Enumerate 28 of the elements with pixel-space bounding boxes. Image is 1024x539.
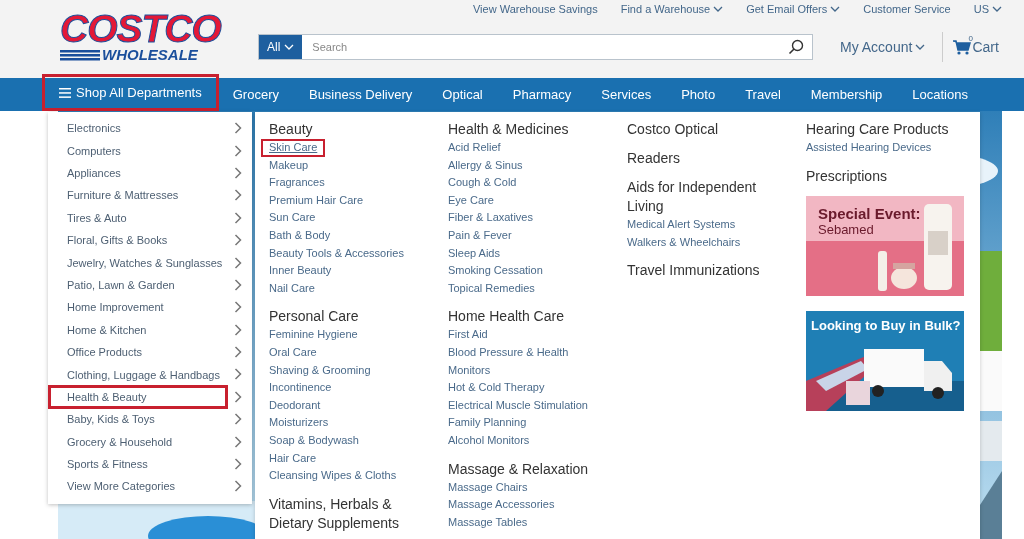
- top-link[interactable]: Customer Service: [863, 2, 951, 16]
- nav-link[interactable]: Services: [601, 87, 652, 102]
- logo-subtitle[interactable]: WHOLESALE: [102, 47, 198, 63]
- nav-link[interactable]: Membership: [810, 87, 883, 102]
- cart-icon: [953, 40, 972, 55]
- top-link[interactable]: US: [973, 2, 1002, 16]
- nav-link[interactable]: Pharmacy: [512, 87, 572, 102]
- logo-stripes-icon: [60, 49, 100, 61]
- chevron-down-icon: [915, 44, 926, 50]
- search-icon: [788, 39, 804, 55]
- nav-link[interactable]: Optical: [442, 87, 483, 102]
- nav-link[interactable]: Travel: [745, 87, 781, 102]
- nav-link[interactable]: Photo: [681, 87, 716, 102]
- top-link[interactable]: View Warehouse Savings: [472, 2, 598, 16]
- nav-link[interactable]: Business Delivery: [308, 87, 413, 102]
- top-link[interactable]: Find a Warehouse: [620, 2, 724, 16]
- search-scope-dropdown[interactable]: All: [259, 35, 303, 59]
- account-menu[interactable]: My Account: [840, 39, 926, 55]
- cart-label: Cart: [972, 39, 999, 55]
- logo-wordmark[interactable]: COSTCO: [60, 12, 221, 46]
- shop-all-departments-button[interactable]: Shop All Departments: [42, 74, 219, 111]
- nav-link[interactable]: Locations: [912, 87, 968, 102]
- cart-count: 0: [968, 34, 973, 43]
- chevron-down-icon: [284, 44, 295, 50]
- menu-icon: [59, 87, 71, 98]
- top-link[interactable]: Get Email Offers: [746, 2, 841, 16]
- search-field[interactable]: All Search: [258, 34, 813, 60]
- nav-link[interactable]: Grocery: [232, 87, 279, 102]
